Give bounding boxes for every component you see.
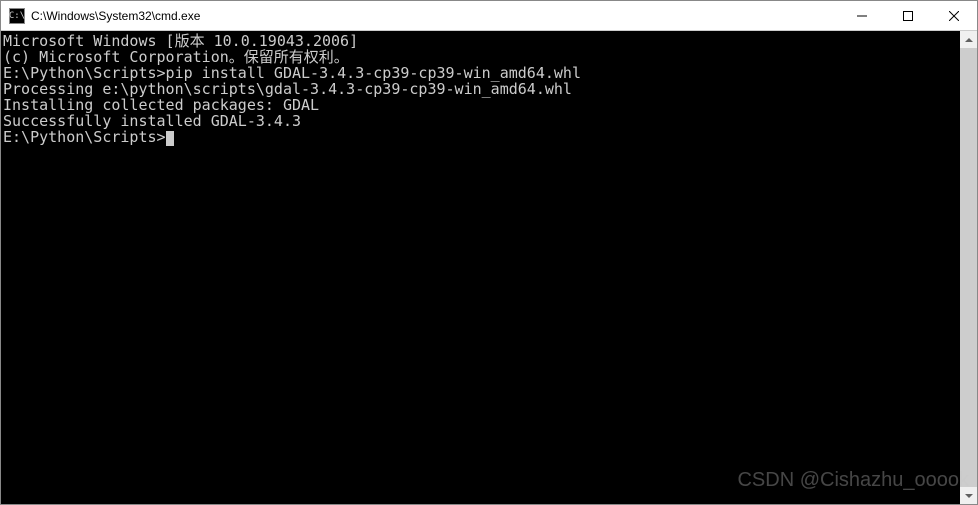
- terminal-line: (c) Microsoft Corporation。保留所有权利。: [3, 49, 958, 65]
- scroll-down-button[interactable]: [960, 487, 977, 504]
- minimize-icon: [857, 11, 867, 21]
- terminal-line: Installing collected packages: GDAL: [3, 97, 958, 113]
- window-title: C:\Windows\System32\cmd.exe: [31, 9, 839, 23]
- maximize-icon: [903, 11, 913, 21]
- titlebar[interactable]: C:\ C:\Windows\System32\cmd.exe: [1, 1, 977, 31]
- terminal-line: Microsoft Windows [版本 10.0.19043.2006]: [3, 33, 958, 49]
- terminal-line: E:\Python\Scripts>pip install GDAL-3.4.3…: [3, 65, 958, 81]
- terminal-body: Microsoft Windows [版本 10.0.19043.2006](c…: [1, 31, 977, 504]
- cursor: [166, 131, 174, 146]
- scroll-track[interactable]: [960, 48, 977, 487]
- cmd-icon: C:\: [9, 8, 25, 24]
- scroll-up-button[interactable]: [960, 31, 977, 48]
- prompt-text: E:\Python\Scripts>: [3, 128, 166, 146]
- scroll-thumb[interactable]: [960, 48, 977, 487]
- cmd-window: C:\ C:\Windows\System32\cmd.exe Microsof…: [0, 0, 978, 505]
- terminal-line: Successfully installed GDAL-3.4.3: [3, 113, 958, 129]
- scrollbar[interactable]: [960, 31, 977, 504]
- maximize-button[interactable]: [885, 1, 931, 30]
- close-button[interactable]: [931, 1, 977, 30]
- terminal-line: E:\Python\Scripts>: [3, 129, 958, 146]
- window-controls: [839, 1, 977, 30]
- chevron-up-icon: [965, 38, 973, 42]
- chevron-down-icon: [965, 494, 973, 498]
- terminal-line: Processing e:\python\scripts\gdal-3.4.3-…: [3, 81, 958, 97]
- minimize-button[interactable]: [839, 1, 885, 30]
- close-icon: [949, 11, 959, 21]
- terminal-content[interactable]: Microsoft Windows [版本 10.0.19043.2006](c…: [1, 31, 960, 504]
